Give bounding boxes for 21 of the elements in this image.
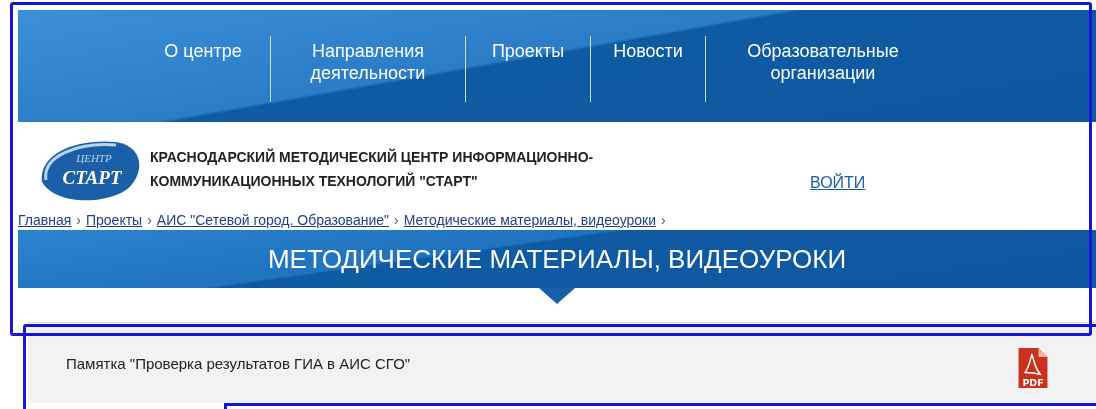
nav-link[interactable]: Образовательные организации xyxy=(718,40,928,84)
breadcrumb-link[interactable]: Главная xyxy=(18,212,72,228)
organization-name: КРАСНОДАРСКИЙ МЕТОДИЧЕСКИЙ ЦЕНТР ИНФОРМАЦИОННО- xyxy=(150,149,595,165)
page-title: МЕТОДИЧЕСКИЕ МАТЕРИАЛЫ, ВИДЕОУРОКИ xyxy=(267,243,847,275)
breadcrumb-link[interactable]: АИС "Сетевой город. Образование" xyxy=(156,212,389,228)
nav-link[interactable]: Направления деятельности xyxy=(283,40,453,84)
breadcrumb-separator: › xyxy=(76,212,81,228)
breadcrumb-link[interactable]: Методические материалы, видеоуроки xyxy=(403,212,656,228)
login-link[interactable]: ВОЙТИ xyxy=(810,174,866,192)
nav-link[interactable]: О центре xyxy=(148,40,258,62)
breadcrumb-separator: › xyxy=(661,212,666,228)
pointer-icon xyxy=(539,288,575,304)
nav-link[interactable]: Проекты xyxy=(478,40,578,62)
pdf-file-icon[interactable]: PDF xyxy=(1018,348,1048,388)
document-row[interactable]: Памятка "Проверка результатов ГИА в АИС СГО" PDF xyxy=(28,322,1096,403)
breadcrumb-link[interactable]: Проекты xyxy=(85,212,143,228)
breadcrumb-separator: › xyxy=(394,212,399,228)
document-title: Памятка "Проверка результатов ГИА в АИС СГО" xyxy=(66,354,411,372)
breadcrumb-separator: › xyxy=(147,212,152,228)
nav-link[interactable]: Новости xyxy=(603,40,693,62)
organization-name: КОММУНИКАЦИОННЫХ ТЕХНОЛОГИЙ "СТАРТ" xyxy=(150,173,479,189)
